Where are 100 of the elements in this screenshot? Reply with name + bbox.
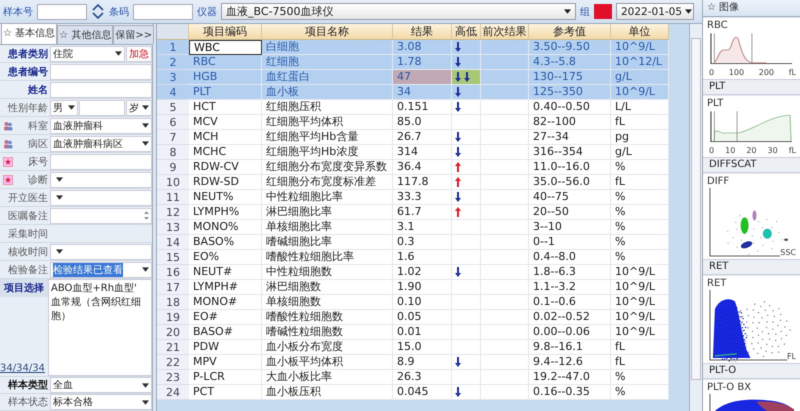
table-cell: %	[611, 220, 669, 235]
plot-header: DIFFSCAT	[703, 157, 800, 173]
table-cell: 0.16--0.35	[529, 385, 611, 400]
table-corner-cell[interactable]	[157, 24, 189, 40]
table-cell: HGB	[189, 70, 262, 85]
column-header[interactable]: 单位	[611, 24, 669, 40]
table-cell: 35.0--56.0	[529, 175, 611, 190]
dropdown[interactable]: 检验结果已查看	[50, 262, 152, 278]
dropdown[interactable]: 标本合格	[50, 394, 152, 410]
down-arrow-icon	[455, 192, 461, 202]
table-cell: 3--10	[529, 220, 611, 235]
table-cell: %	[611, 385, 669, 400]
age-unit-dropdown[interactable]: 岁	[126, 100, 152, 116]
row-number: 1	[157, 40, 189, 55]
field-label: 科室	[28, 120, 48, 132]
column-header[interactable]: 项目编码	[189, 24, 262, 40]
table-cell: 0--1	[529, 235, 611, 250]
table-cell: pg	[611, 130, 669, 145]
table-cell: BASO#	[189, 325, 262, 340]
column-header[interactable]: 项目名称	[262, 24, 393, 40]
table-cell: 血小板分布宽度	[262, 340, 393, 355]
dropdown[interactable]: 全血	[50, 377, 152, 393]
dropdown[interactable]: 血液肿瘤科	[50, 118, 152, 134]
sample-number-field[interactable]	[37, 4, 87, 20]
table-cell: 19.2--47.0	[529, 370, 611, 385]
scrollbar[interactable]	[689, 24, 702, 411]
column-header[interactable]: 高低	[452, 24, 481, 40]
caret-icon	[142, 400, 149, 404]
table-cell: 红细胞平均Hb含量	[262, 130, 393, 145]
field-label: 患者类别	[8, 48, 48, 60]
axis-label: SSC	[780, 248, 796, 258]
project-text-area[interactable]: ABO血型+Rh血型' 血常规（含网织红细胞）	[48, 279, 152, 376]
chevron-up-icon[interactable]	[91, 3, 105, 11]
patient-type-dropdown[interactable]: 住院	[50, 46, 125, 62]
table-cell: 0.045	[393, 385, 452, 400]
input-field[interactable]	[50, 82, 152, 98]
table-cell: MCHC	[189, 145, 262, 160]
table-cell: NEUT#	[189, 265, 262, 280]
row-number: 15	[157, 250, 189, 265]
input-field[interactable]	[50, 64, 152, 80]
plot-title: RET	[707, 278, 728, 289]
table-cell: MONO#	[189, 295, 262, 310]
table-cell: 15.0	[393, 340, 452, 355]
tab[interactable]: 保留>>	[113, 25, 154, 44]
table-cell: 10^9/L	[611, 280, 669, 295]
spin-arrows-icon[interactable]	[144, 210, 149, 221]
dropdown[interactable]: 血液肿瘤科病区	[50, 136, 152, 152]
table-cell: 1.78	[393, 55, 452, 70]
people-icon	[3, 120, 13, 130]
table-cell: 33.3	[393, 190, 452, 205]
dropdown[interactable]	[50, 244, 152, 260]
table-cell: 1.1--3.2	[529, 280, 611, 295]
table-cell: %	[611, 190, 669, 205]
table-cell: 单核细胞比率	[262, 220, 393, 235]
table-cell: 嗜酸性粒细胞比率	[262, 250, 393, 265]
date-dropdown[interactable]: 2022-01-05	[616, 3, 694, 20]
column-header[interactable]: 前次结果	[481, 24, 529, 40]
instrument-dropdown[interactable]: 血液_BC-7500血球仪	[221, 3, 576, 20]
dropdown[interactable]	[50, 190, 152, 206]
input-field[interactable]	[50, 208, 152, 224]
table-cell: 82--100	[529, 115, 611, 130]
chevron-down-icon[interactable]	[91, 12, 105, 20]
sex-dropdown[interactable]: 男	[50, 100, 78, 116]
table-cell: 中性粒细胞数	[262, 265, 393, 280]
barcode-field[interactable]	[133, 4, 193, 20]
people-icon	[3, 138, 13, 148]
priority-dropdown[interactable]: 加急	[126, 46, 152, 62]
dropdown[interactable]	[50, 172, 152, 188]
table-cell: 3.1	[393, 220, 452, 235]
table-cell: fL	[611, 355, 669, 370]
table-cell: 血红蛋白	[262, 70, 393, 85]
table-cell: 大血小板比率	[262, 370, 393, 385]
caret-icon	[142, 123, 149, 128]
column-header[interactable]: 参考值	[529, 24, 611, 40]
count-link[interactable]: 34/34/34	[0, 363, 48, 374]
row-number: 5	[157, 100, 189, 115]
axis-tick-label: 0	[709, 146, 714, 156]
field-label: 采集时间	[8, 228, 48, 240]
table-cell: MONO%	[189, 220, 262, 235]
table-cell: 1.8--6.3	[529, 265, 611, 280]
table-cell: 26.7	[393, 130, 452, 145]
row-number: 7	[157, 130, 189, 145]
table-cell: P-LCR	[189, 370, 262, 385]
tab[interactable]: ☆ 其他信息	[57, 25, 114, 44]
table-cell: 血小板压积	[262, 385, 393, 400]
table-cell: 40--75	[529, 190, 611, 205]
table-cell: 0.1--0.6	[529, 295, 611, 310]
tab[interactable]: ☆ 基本信息	[1, 23, 58, 44]
plot-title: DIFF	[707, 176, 730, 187]
table-cell: 11.0--16.0	[529, 160, 611, 175]
input-field[interactable]	[50, 154, 152, 170]
table-cell: 单核细胞数	[262, 295, 393, 310]
field-label: 样本状态	[8, 396, 48, 409]
column-header[interactable]: 结果	[393, 24, 452, 40]
age-field[interactable]	[79, 100, 125, 116]
table-cell: MCV	[189, 115, 262, 130]
group-label: 组	[580, 6, 590, 18]
field-label: 项目选择	[0, 279, 48, 297]
table-cell: %	[611, 235, 669, 250]
row-number: 22	[157, 355, 189, 370]
